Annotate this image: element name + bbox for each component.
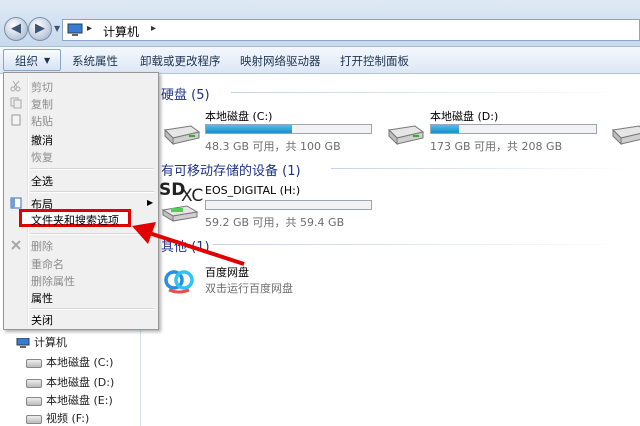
drive-usage-bar [205,200,372,210]
menu-item-delete[interactable]: 删除 [31,238,53,254]
scissors-icon [10,80,21,92]
group-header-removable[interactable]: 有可移动存储的设备 (1) [161,160,301,179]
nav-item-drive-e[interactable]: 本地磁盘 (E:) [26,392,113,408]
system-properties-button[interactable]: 系统属性 [72,53,118,69]
hard-drive-icon [26,378,42,388]
copy-icon [10,97,22,109]
group-divider [213,244,631,245]
drive-space-info: 59.2 GB 可用，共 59.4 GB [205,216,345,229]
address-field[interactable]: ▸ 计算机 ▸ [62,19,640,41]
menu-item-undo[interactable]: 撤消 [31,132,53,148]
hard-drive-icon[interactable] [385,120,425,146]
organize-button[interactable]: 组织 ▼ [3,49,61,71]
nav-label: 本地磁盘 (C:) [46,356,114,369]
menu-item-close[interactable]: 关闭 [31,312,53,328]
command-bar: 组织 ▼ 系统属性 卸载或更改程序 映射网络驱动器 打开控制面板 [0,47,640,74]
forward-button[interactable]: ▶ [28,17,52,41]
menu-item-paste[interactable]: 粘贴 [31,113,53,129]
group-header-other[interactable]: 其他 (1) [161,236,210,255]
content-pane: 硬盘 (5) 本地磁盘 (C:) 48.3 GB 可用，共 100 GB 本地磁… [141,74,640,426]
nav-item-drive-f[interactable]: 视频 (F:) [26,410,89,426]
group-divider [231,92,631,93]
app-description: 双击运行百度网盘 [205,282,293,295]
app-name[interactable]: 百度网盘 [205,264,249,280]
drive-name[interactable]: 本地磁盘 (C:) [205,108,272,124]
back-button[interactable]: ◀ [4,17,28,41]
menu-separator [30,168,154,170]
uninstall-program-button[interactable]: 卸载或更改程序 [140,53,221,69]
drive-usage-bar [430,124,597,134]
recent-pages-dropdown[interactable]: ▼ [54,24,60,33]
chevron-down-icon: ▼ [44,56,51,65]
menu-item-rename[interactable]: 重命名 [31,256,64,272]
hard-drive-icon[interactable] [161,120,201,146]
drive-space-info: 173 GB 可用，共 208 GB [430,140,563,153]
map-network-drive-button[interactable]: 映射网络驱动器 [240,53,321,69]
delete-x-icon [11,240,21,250]
nav-item-computer[interactable]: 计算机 [16,334,67,350]
menu-item-select-all[interactable]: 全选 [31,173,53,189]
menu-item-redo[interactable]: 恢复 [31,149,53,165]
breadcrumb-computer[interactable]: 计算机 [103,23,139,40]
nav-label: 本地磁盘 (D:) [46,376,115,389]
organize-label: 组织 [15,54,38,68]
layout-icon [10,197,22,209]
hard-drive-icon [26,358,42,368]
drive-usage-bar [205,124,372,134]
menu-item-copy[interactable]: 复制 [31,96,53,112]
drive-usage-fill [431,125,460,133]
organize-menu: 剪切 复制 粘贴 撤消 恢复 全选 布局 ▶ 文件夹和搜索选项 删除 重命名 删… [3,72,159,330]
nav-label: 视频 (F:) [46,412,90,425]
open-control-panel-button[interactable]: 打开控制面板 [340,53,409,69]
breadcrumb-separator[interactable]: ▸ [87,23,92,34]
nav-label: 计算机 [34,336,67,349]
baidu-netdisk-icon[interactable] [163,264,195,296]
menu-gutter [27,75,29,325]
menu-item-cut[interactable]: 剪切 [31,79,53,95]
breadcrumb-separator[interactable]: ▸ [151,23,156,34]
computer-icon [67,23,83,36]
address-bar-area: ◀ ▶ ▼ ▸ 计算机 ▸ [0,0,640,47]
hard-drive-icon [26,396,42,406]
paste-icon [11,114,21,126]
menu-separator [30,308,154,310]
group-divider [331,168,631,169]
nav-label: 本地磁盘 (E:) [46,394,113,407]
chevron-right-icon: ▶ [147,198,154,207]
drive-space-info: 48.3 GB 可用，共 100 GB [205,140,341,153]
computer-icon [16,338,30,348]
sdxc-card-icon[interactable]: SD XC [159,180,203,224]
menu-item-folder-options[interactable]: 文件夹和搜索选项 [31,212,119,228]
nav-item-drive-d[interactable]: 本地磁盘 (D:) [26,374,114,390]
group-header-hard-disks[interactable]: 硬盘 (5) [161,84,210,103]
menu-separator [30,191,154,193]
menu-item-properties[interactable]: 属性 [31,290,53,306]
nav-item-drive-c[interactable]: 本地磁盘 (C:) [26,354,113,370]
drive-name[interactable]: 本地磁盘 (D:) [430,108,498,124]
drive-usage-fill [206,125,292,133]
hard-drive-icon[interactable] [609,120,640,146]
drive-name[interactable]: EOS_DIGITAL (H:) [205,184,300,197]
menu-separator [30,233,154,235]
menu-item-remove-properties[interactable]: 删除属性 [31,273,75,289]
hard-drive-icon [26,414,42,424]
